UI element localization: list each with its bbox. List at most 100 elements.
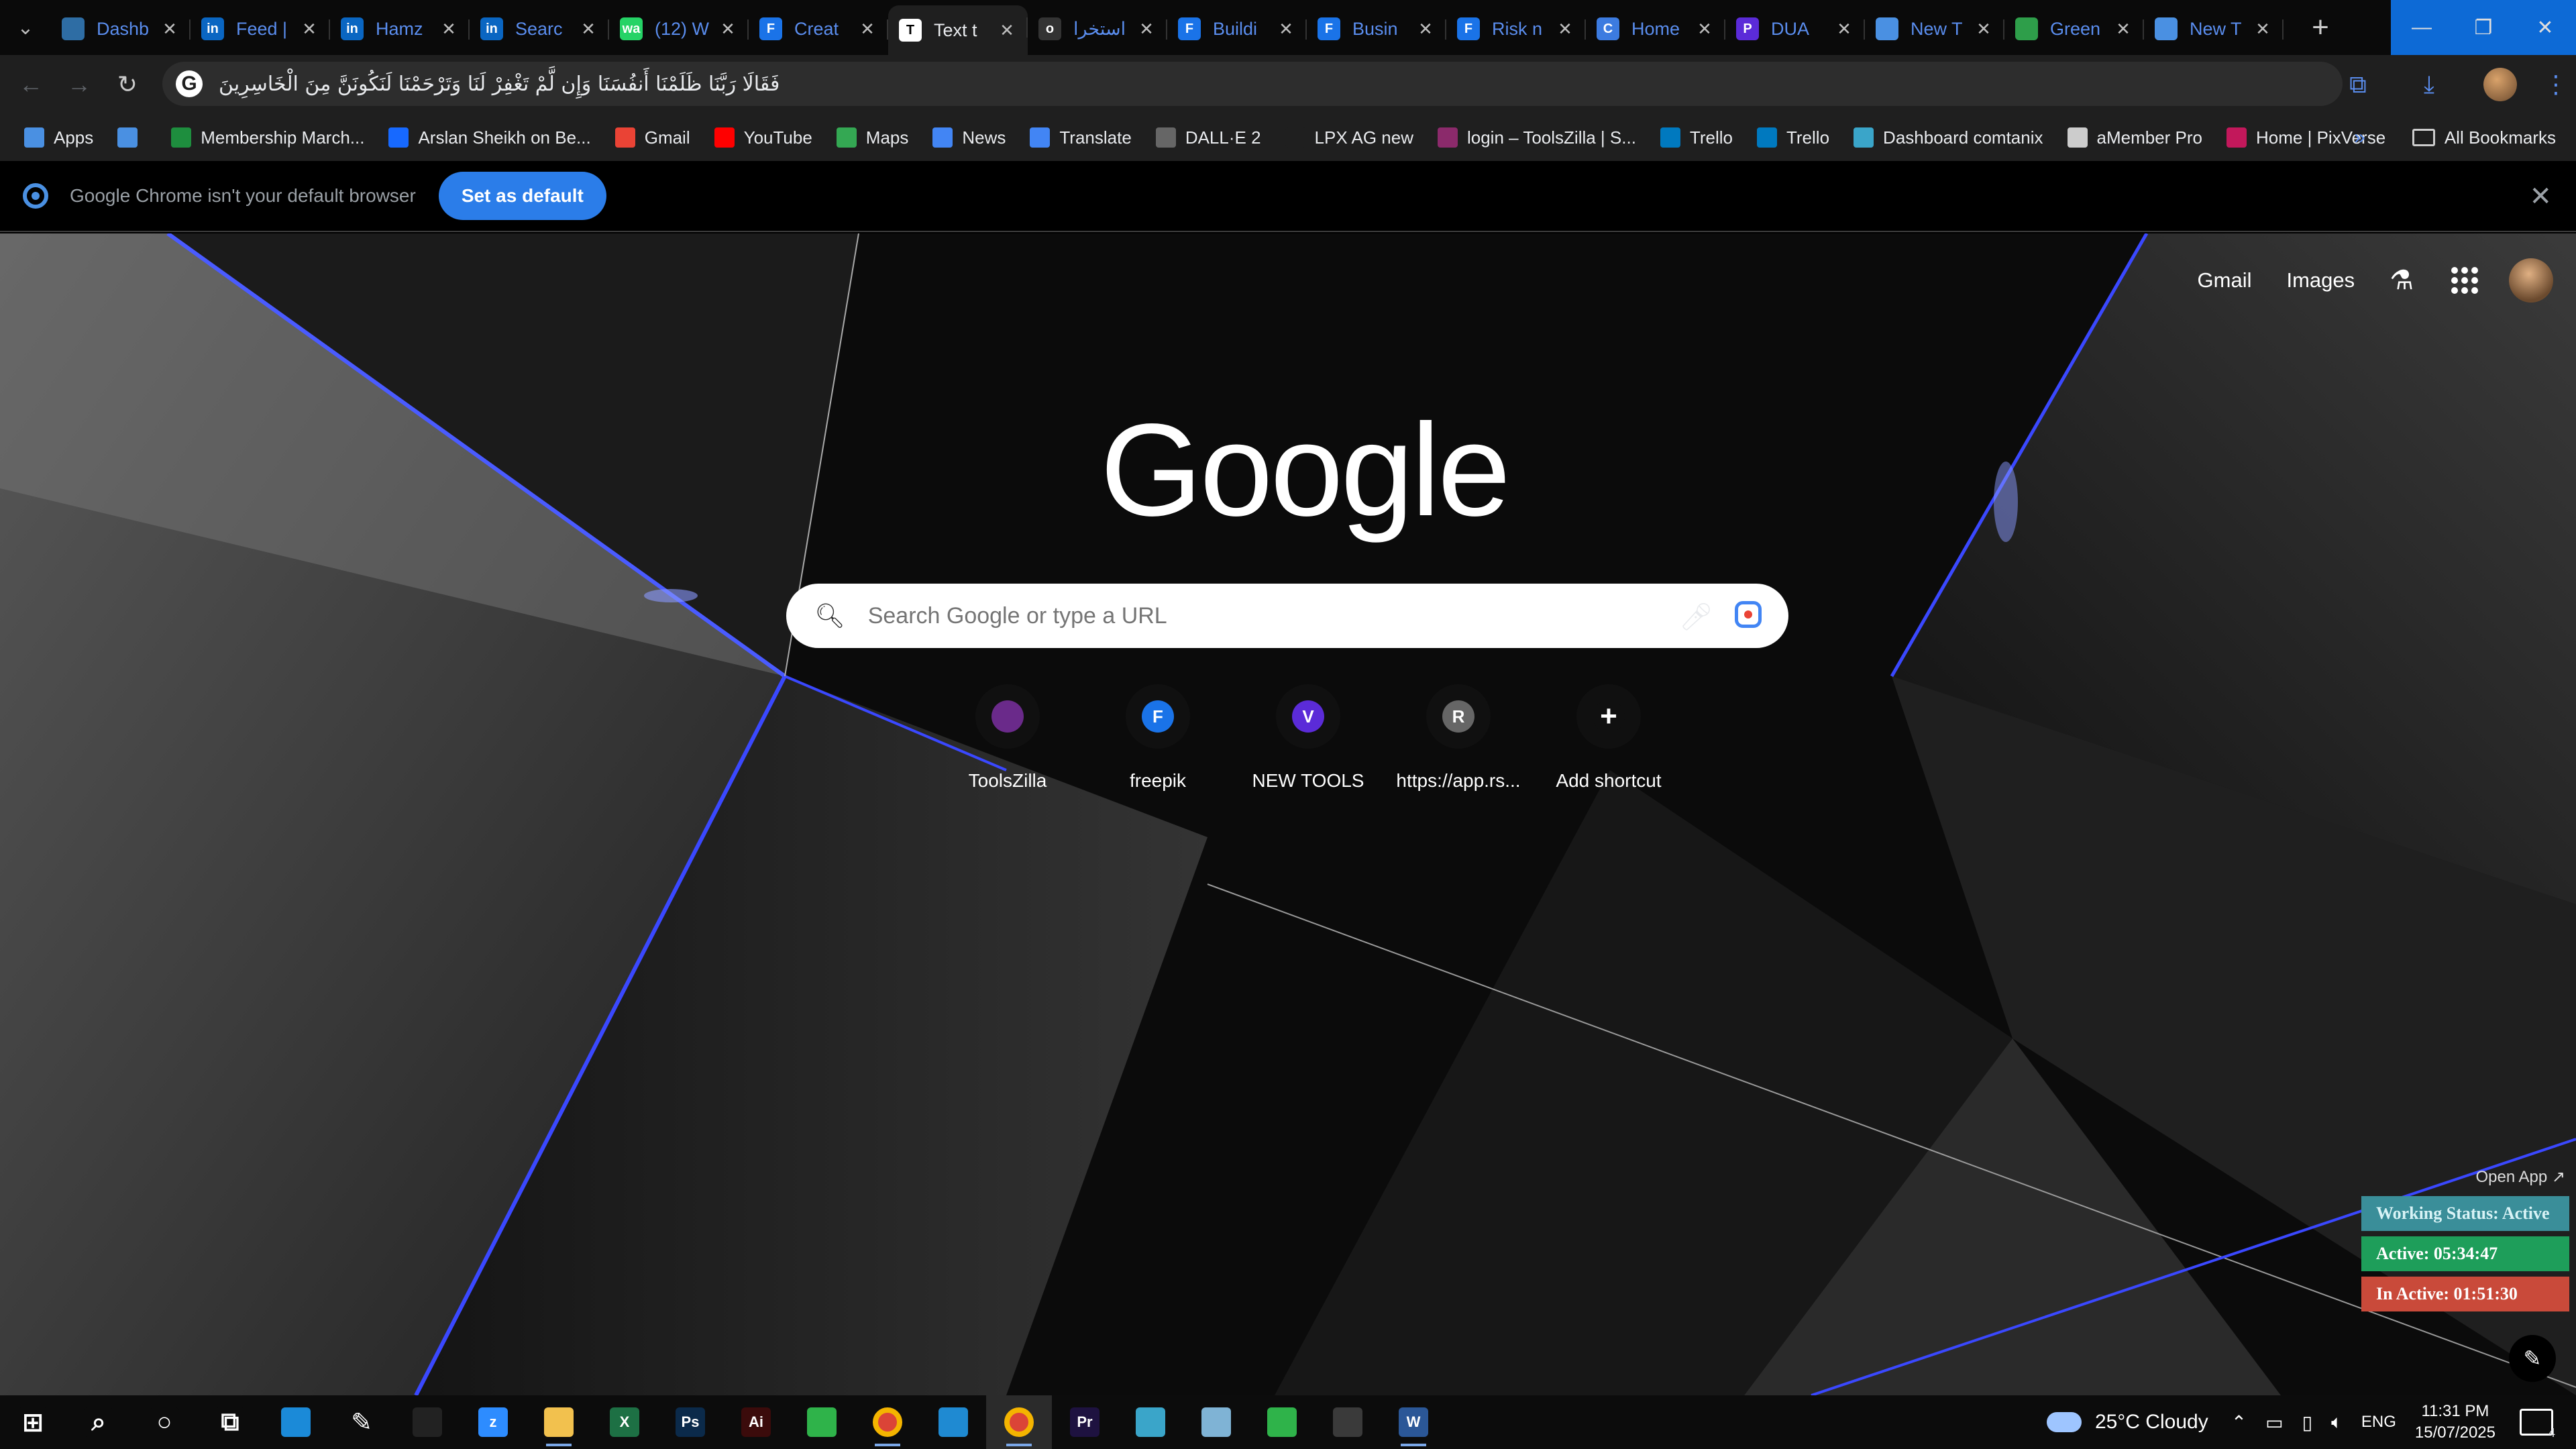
shortcut-tile[interactable]: Ffreepik <box>1083 684 1233 792</box>
bookmark-item[interactable]: LPX AG new <box>1285 127 1413 148</box>
tab-close-icon[interactable]: ✕ <box>439 19 459 40</box>
weather-widget[interactable]: 25°C Cloudy <box>2046 1411 2208 1434</box>
images-link[interactable]: Images <box>2286 268 2355 292</box>
tab-close-icon[interactable]: ✕ <box>160 19 180 40</box>
reload-button[interactable]: ↻ <box>103 60 152 109</box>
tab-close-icon[interactable]: ✕ <box>1695 19 1715 40</box>
network-icon[interactable]: ▭ <box>2265 1411 2283 1434</box>
taskbar-item[interactable] <box>1315 1395 1381 1449</box>
notification-center-icon[interactable]: 4 <box>2520 1409 2555 1440</box>
tab-close-icon[interactable]: ✕ <box>1136 19 1157 40</box>
tab[interactable]: F Busin ✕ <box>1307 7 1446 50</box>
tab-close-icon[interactable]: ✕ <box>299 19 319 40</box>
tab[interactable]: F Buildi ✕ <box>1167 7 1307 50</box>
bookmark-item[interactable]: Translate <box>1030 127 1132 148</box>
bookmark-item[interactable]: News <box>932 127 1006 148</box>
tab[interactable]: F Risk n ✕ <box>1446 7 1586 50</box>
profile-avatar[interactable] <box>2465 55 2536 114</box>
new-tab-button[interactable]: + <box>2297 4 2344 51</box>
tab-close-icon[interactable]: ✕ <box>1555 19 1575 40</box>
bookmark-item[interactable]: YouTube <box>714 127 812 148</box>
account-avatar[interactable] <box>2509 258 2553 303</box>
google-apps-icon[interactable] <box>2451 267 2478 294</box>
bookmark-item[interactable]: aMember Pro <box>2067 127 2202 148</box>
open-app-link[interactable]: Open App ↗ <box>2361 1167 2569 1187</box>
language-indicator[interactable]: ENG <box>2361 1413 2396 1432</box>
taskbar-item[interactable]: ✎ <box>329 1395 394 1449</box>
set-as-default-button[interactable]: Set as default <box>438 172 606 220</box>
tab-close-icon[interactable]: ✕ <box>1834 19 1854 40</box>
address-bar[interactable]: G فَقَالَا رَبَّنَا ظَلَمْنَا أَنفُسَنَا… <box>162 62 2343 106</box>
address-bar-text[interactable]: فَقَالَا رَبَّنَا ظَلَمْنَا أَنفُسَنَا و… <box>219 72 780 96</box>
taskbar-item[interactable] <box>855 1395 920 1449</box>
taskbar-item[interactable] <box>394 1395 460 1449</box>
tab[interactable]: Dashb ✕ <box>51 7 191 50</box>
tab[interactable]: Green ✕ <box>2004 7 2144 50</box>
tab-close-icon[interactable]: ✕ <box>1974 19 1994 40</box>
tab[interactable]: C Home ✕ <box>1586 7 1725 50</box>
bookmark-item[interactable]: DALL·E 2 <box>1155 127 1261 148</box>
tab-close-icon[interactable]: ✕ <box>1415 19 1436 40</box>
taskbar-item[interactable]: X <box>592 1395 657 1449</box>
close-icon[interactable]: ✕ <box>2529 181 2552 212</box>
gmail-link[interactable]: Gmail <box>2198 268 2252 292</box>
bookmark-item[interactable]: Dashboard comtanix <box>1854 127 2043 148</box>
shortcut-tile[interactable]: + Add shortcut <box>1534 684 1684 792</box>
taskbar-item[interactable]: Ps <box>657 1395 723 1449</box>
tab-close-icon[interactable]: ✕ <box>578 19 598 40</box>
taskbar-item[interactable]: ⊞ <box>0 1395 66 1449</box>
bookmark-item[interactable] <box>117 127 147 148</box>
tab-close-icon[interactable]: ✕ <box>857 19 877 40</box>
tab-close-icon[interactable]: ✕ <box>718 19 738 40</box>
volume-icon[interactable]: 🔈︎ <box>2331 1411 2343 1434</box>
back-button[interactable]: ← <box>7 60 55 109</box>
taskbar-item[interactable]: ⌕ <box>66 1395 131 1449</box>
tab-close-icon[interactable]: ✕ <box>2113 19 2133 40</box>
tab[interactable]: P DUA ✕ <box>1725 7 1865 50</box>
taskbar-item[interactable]: z <box>460 1395 526 1449</box>
bookmark-item[interactable]: Membership March... <box>171 127 364 148</box>
tab-close-icon[interactable]: ✕ <box>2253 19 2273 40</box>
tab[interactable]: F Creat ✕ <box>749 7 888 50</box>
bookmark-item[interactable]: Trello <box>1660 127 1733 148</box>
microphone-icon[interactable]: 🎤︎ <box>1679 601 1713 633</box>
extensions-icon[interactable]: ⧉ <box>2322 55 2394 114</box>
bookmark-item[interactable]: Apps <box>24 127 93 148</box>
tab-close-icon[interactable]: ✕ <box>1276 19 1296 40</box>
tab[interactable]: in Feed | ✕ <box>191 7 330 50</box>
labs-flask-icon[interactable]: ⚗ <box>2390 265 2414 296</box>
shortcut-tile[interactable]: ToolsZilla <box>932 684 1083 792</box>
tab-search-chevron-icon[interactable]: ⌄ <box>0 0 51 55</box>
chevron-up-icon[interactable]: ⌃ <box>2231 1411 2247 1434</box>
taskbar-item[interactable] <box>986 1395 1052 1449</box>
shortcut-tile[interactable]: V NEW TOOLS <box>1233 684 1383 792</box>
taskbar-item[interactable] <box>1118 1395 1183 1449</box>
bookmark-item[interactable]: Arslan Sheikh on Be... <box>388 127 591 148</box>
menu-kebab-icon[interactable]: ⋮ <box>2536 55 2576 114</box>
battery-icon[interactable]: ▯ <box>2302 1411 2312 1434</box>
tab[interactable]: in Hamz ✕ <box>330 7 470 50</box>
taskbar-item[interactable]: ○ <box>131 1395 197 1449</box>
forward-button[interactable]: → <box>55 60 103 109</box>
shortcut-tile[interactable]: Rhttps://app.rs... <box>1383 684 1534 792</box>
bookmark-item[interactable]: Maps <box>836 127 908 148</box>
customize-pencil-icon[interactable]: ✎ <box>2509 1335 2556 1382</box>
bookmark-item[interactable]: login – ToolsZilla | S... <box>1437 127 1636 148</box>
tab[interactable]: New T ✕ <box>1865 7 2004 50</box>
close-window-button[interactable]: ✕ <box>2514 0 2576 55</box>
taskbar-item[interactable] <box>263 1395 329 1449</box>
taskbar-item[interactable] <box>789 1395 855 1449</box>
tab[interactable]: in Searc ✕ <box>470 7 609 50</box>
downloads-icon[interactable]: ⤓ <box>2394 55 2465 114</box>
tab[interactable]: wa (12) W ✕ <box>609 7 749 50</box>
tab[interactable]: New T ✕ <box>2144 7 2284 50</box>
bookmark-item[interactable]: Trello <box>1756 127 1829 148</box>
taskbar-item[interactable] <box>526 1395 592 1449</box>
taskbar-item[interactable]: W <box>1381 1395 1446 1449</box>
restore-button[interactable]: ❐ <box>2453 0 2514 55</box>
clock[interactable]: 11:31 PM 15/07/2025 <box>2415 1401 2496 1444</box>
google-lens-icon[interactable] <box>1735 601 1762 628</box>
all-bookmarks-button[interactable]: All Bookmarks <box>2445 127 2556 148</box>
tab-close-icon[interactable]: ✕ <box>997 20 1017 41</box>
taskbar-item[interactable]: ⧉ <box>197 1395 263 1449</box>
